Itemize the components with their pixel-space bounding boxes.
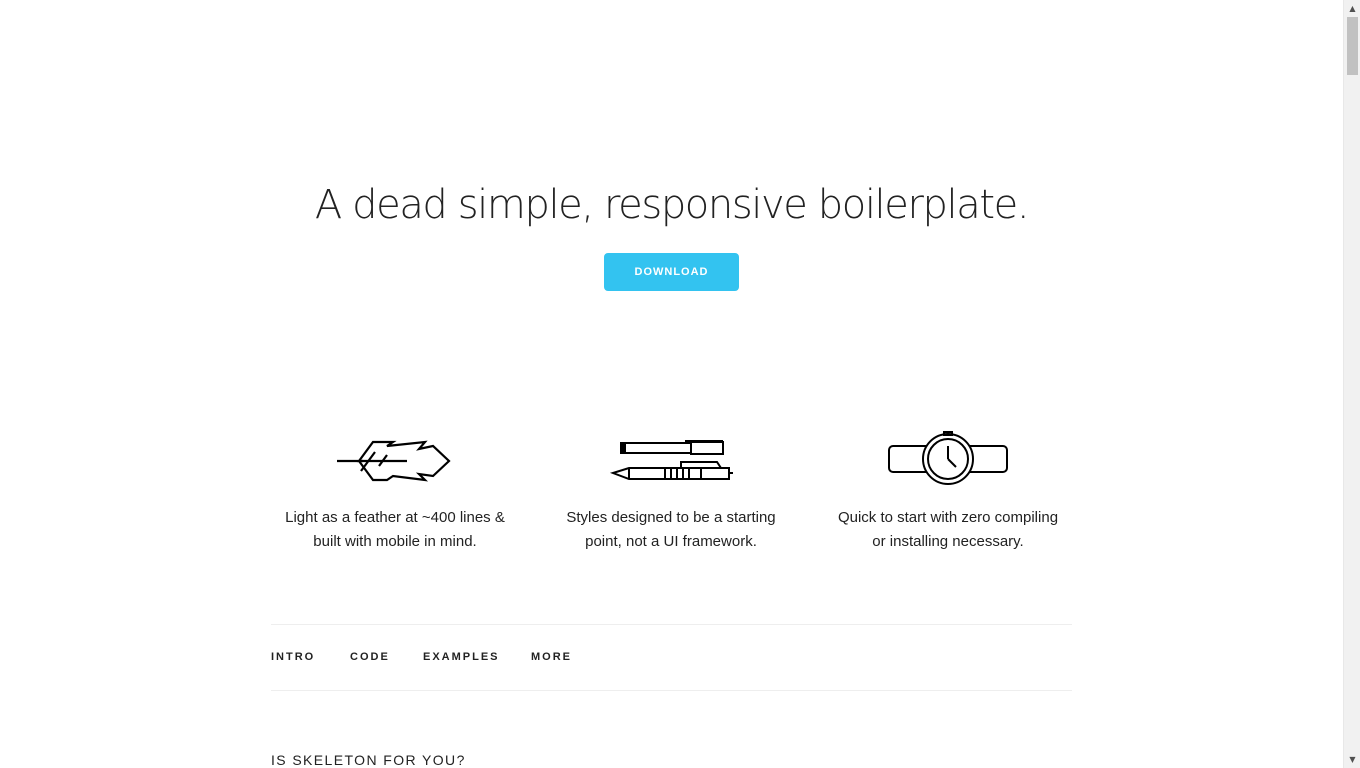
value-prop-line: Quick to start with zero compiling bbox=[837, 509, 1059, 526]
hero-heading: A dead simple, responsive boilerplate. bbox=[314, 182, 1030, 228]
watch-icon bbox=[888, 431, 1008, 485]
nav-item-intro[interactable]: INTRO bbox=[271, 651, 315, 663]
value-prop-text: Styles designed to be a starting point, … bbox=[541, 506, 801, 554]
value-prop-styles: Styles designed to be a starting point, … bbox=[541, 430, 801, 554]
value-prop-quick-start: Quick to start with zero compiling or in… bbox=[818, 430, 1078, 554]
value-prop-text: Light as a feather at ~400 lines & built… bbox=[265, 506, 525, 554]
download-button[interactable]: DOWNLOAD bbox=[604, 253, 739, 291]
nav-item-code[interactable]: CODE bbox=[350, 651, 390, 663]
nav-item-examples[interactable]: EXAMPLES bbox=[423, 651, 500, 663]
value-prop-lightweight: Light as a feather at ~400 lines & built… bbox=[265, 430, 525, 554]
value-prop-line: point, not a UI framework. bbox=[585, 533, 757, 550]
scrollbar-thumb[interactable] bbox=[1347, 17, 1358, 75]
pens-icon bbox=[609, 440, 733, 480]
section-title: IS SKELETON FOR YOU? bbox=[271, 752, 466, 768]
value-prop-line: or installing necessary. bbox=[872, 533, 1024, 550]
page: A dead simple, responsive boilerplate. D… bbox=[0, 0, 1360, 768]
page-content: A dead simple, responsive boilerplate. D… bbox=[0, 0, 1343, 768]
value-prop-line: Styles designed to be a starting bbox=[566, 509, 776, 526]
section-nav: INTRO CODE EXAMPLES MORE bbox=[271, 624, 1072, 691]
value-prop-text: Quick to start with zero compiling or in… bbox=[818, 506, 1078, 554]
scroll-up-arrow-icon[interactable]: ▲ bbox=[1344, 0, 1360, 17]
value-prop-line: built with mobile in mind. bbox=[313, 533, 477, 550]
nav-item-more[interactable]: MORE bbox=[531, 651, 572, 663]
value-prop-line: Light as a feather at ~400 lines & bbox=[285, 509, 505, 526]
scroll-down-arrow-icon[interactable]: ▼ bbox=[1344, 751, 1360, 768]
feather-icon bbox=[337, 440, 451, 482]
vertical-scrollbar[interactable]: ▲ ▼ bbox=[1343, 0, 1360, 768]
